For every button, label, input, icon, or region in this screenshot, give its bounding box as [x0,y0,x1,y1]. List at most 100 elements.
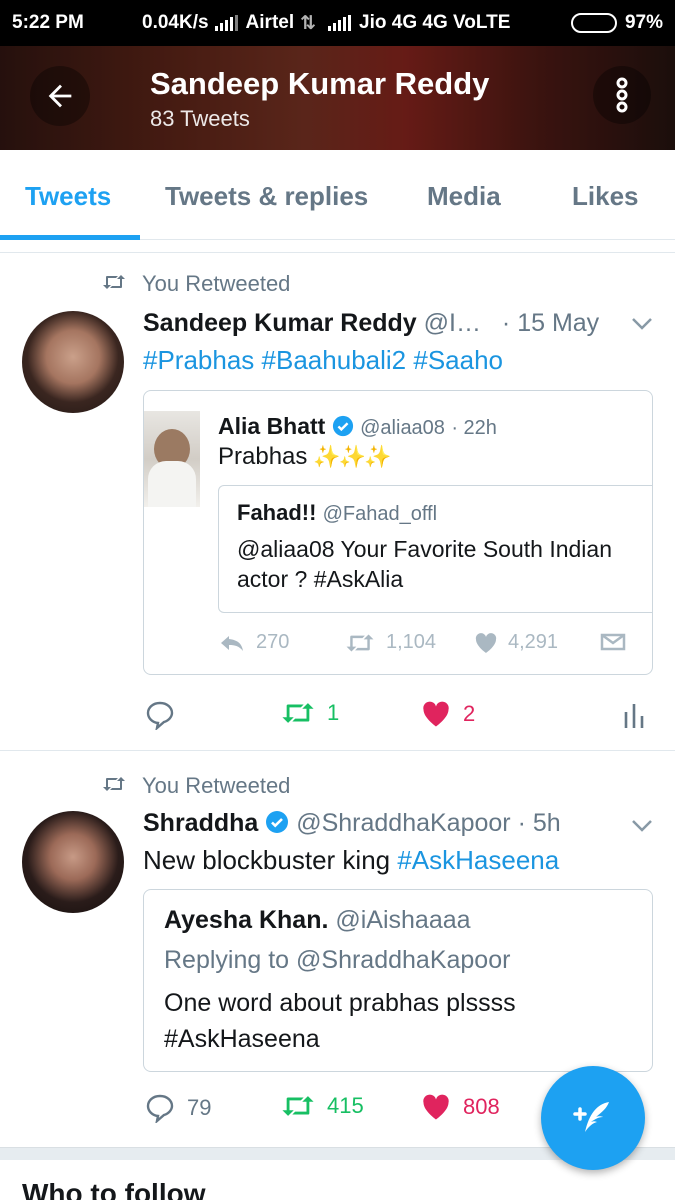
more-vertical-icon [616,77,628,113]
retweet-button[interactable]: 1 [281,700,339,726]
quoted-tweet-text-line2: #AskHaseena [164,1025,320,1053]
author-handle: @I… [423,309,481,337]
quoted-tweet-text: Prabhas [218,443,308,470]
quoted-retweet-count: 1,104 [386,631,437,653]
tab-tweets[interactable]: Tweets [25,150,111,240]
nested-author-handle: @Fahad_offl [322,503,438,525]
who-to-follow-heading: Who to follow [22,1178,206,1200]
sparkles-icon: ✨✨✨ [313,444,391,469]
quoted-author-name: Alia Bhatt [218,413,326,439]
reply-count: 79 [187,1095,212,1120]
nested-tweet-text-line1: @aliaa08 Your Favorite South Indian [237,536,612,562]
retweet-icon [282,1096,314,1116]
tab-likes[interactable]: Likes [572,150,639,240]
heart-icon [475,632,497,653]
tweet-actions: 1 2 [143,700,653,740]
tweet-count: 83 Tweets [150,106,250,131]
retweet-context: You Retweeted [102,773,290,799]
heart-icon [423,701,449,727]
compose-feather-icon [573,1102,609,1132]
signal-icon [328,15,352,31]
tab-media[interactable]: Media [427,150,501,240]
like-button[interactable]: 808 [421,1093,500,1121]
active-tab-indicator [0,235,140,240]
author-name[interactable]: Sandeep Kumar Reddy [143,309,417,337]
replying-to: Replying to @ShraddhaKapoor [164,946,511,974]
quoted-tweet-card[interactable]: Ayesha Khan. @iAishaaaa Replying to @Shr… [143,889,653,1072]
avatar[interactable] [22,311,124,413]
like-count: 2 [463,701,476,726]
reply-bubble-icon [146,1094,174,1123]
hashtag-link[interactable]: #Saaho [413,345,503,375]
back-button[interactable] [30,66,90,126]
status-carrier-1: Airtel [245,12,295,33]
nested-author-name: Fahad!! [237,500,317,525]
retweet-small-icon [102,773,142,799]
back-arrow-icon [48,84,72,108]
signal-icon [214,15,238,31]
quoted-reply-count: 270 [256,631,290,653]
retweet-context: You Retweeted [102,271,290,297]
retweet-count: 415 [327,1093,364,1118]
nested-quote-card[interactable]: Fahad!! @Fahad_offl @aliaa08 Your Favori… [218,485,652,613]
quoted-like-count: 4,291 [508,631,559,653]
quoted-tweet-card[interactable]: Alia Bhatt @aliaa08 · 22h Prabhas ✨✨✨ Fa… [143,390,653,675]
reply-bubble-icon [146,701,174,730]
reply-button[interactable] [145,700,175,730]
quoted-tweet-image [144,411,200,507]
retweet-small-icon [102,271,142,297]
retweet-count: 1 [327,700,340,725]
quoted-author-name: Ayesha Khan. [164,906,329,934]
hashtag-link[interactable]: #AskHaseena [397,845,559,875]
status-bar: 5:22 PM 0.04K/s Airtel ⇅ Jio 4G 4G VoLTE… [0,0,675,46]
author-name[interactable]: Shraddha [143,809,258,837]
tweet-author: Shraddha @ShraddhaKapoor · 5h [143,809,561,841]
tweet[interactable]: You Retweeted Sandeep Kumar Reddy @I… · … [0,253,675,750]
nested-tweet-text-line2: actor ? #AskAlia [237,566,404,592]
author-handle: @ShraddhaKapoor [296,809,511,837]
heart-icon [423,1094,449,1120]
tweet-text-plain: New blockbuster king [143,845,398,875]
tweet-time: · 15 May [501,309,600,337]
quoted-author-handle: @aliaa08 [360,417,445,439]
hashtag-link[interactable]: #Prabhas [143,345,254,375]
quoted-author-handle: @iAishaaaa [335,906,471,934]
battery-icon [570,13,617,33]
battery-percent: 97% [624,12,663,33]
profile-name: Sandeep Kumar Reddy [150,66,490,101]
tab-tweets-replies[interactable]: Tweets & replies [165,150,368,240]
status-carrier-2: Jio 4G 4G VoLTE [359,12,511,33]
retweet-button[interactable]: 415 [281,1093,364,1119]
verified-badge-icon [332,415,354,443]
profile-header: Sandeep Kumar Reddy 83 Tweets [0,46,675,150]
avatar[interactable] [22,811,124,913]
compose-tweet-button[interactable] [541,1066,645,1170]
verified-badge-icon [265,810,289,841]
like-count: 808 [463,1094,500,1119]
tweet-time: · 5h [517,809,561,837]
analytics-button[interactable] [623,700,645,730]
analytics-icon [624,704,644,728]
tweet-text: New blockbuster king #AskHaseena [143,845,559,876]
retweet-icon [282,703,314,723]
reply-button[interactable]: 79 [145,1093,211,1123]
retweet-icon [346,633,374,652]
chevron-down-icon[interactable] [631,819,653,838]
like-button[interactable]: 2 [421,700,475,728]
quoted-tweet-actions: 270 1,104 4,291 [218,631,638,661]
data-transfer-icon: ⇅ [300,12,317,34]
profile-tabs: Tweets Tweets & replies Media Likes [0,150,675,240]
quoted-tweet-time: · 22h [451,417,497,439]
hashtag-link[interactable]: #Baahubali2 [262,345,407,375]
tweet-text: #Prabhas #Baahubali2 #Saaho [143,345,503,376]
quoted-tweet-text-line1: One word about prabhas plssss [164,989,516,1017]
more-options-button[interactable] [593,66,651,124]
reply-arrow-icon [221,635,243,651]
direct-message-icon [600,631,626,659]
status-time: 5:22 PM [12,12,84,33]
status-network-speed: 0.04K/s [142,12,209,33]
retweet-label: You Retweeted [142,773,291,798]
chevron-down-icon[interactable] [631,317,653,336]
tweet-author: Sandeep Kumar Reddy @I… · 15 May [143,309,599,338]
retweet-label: You Retweeted [142,271,291,296]
